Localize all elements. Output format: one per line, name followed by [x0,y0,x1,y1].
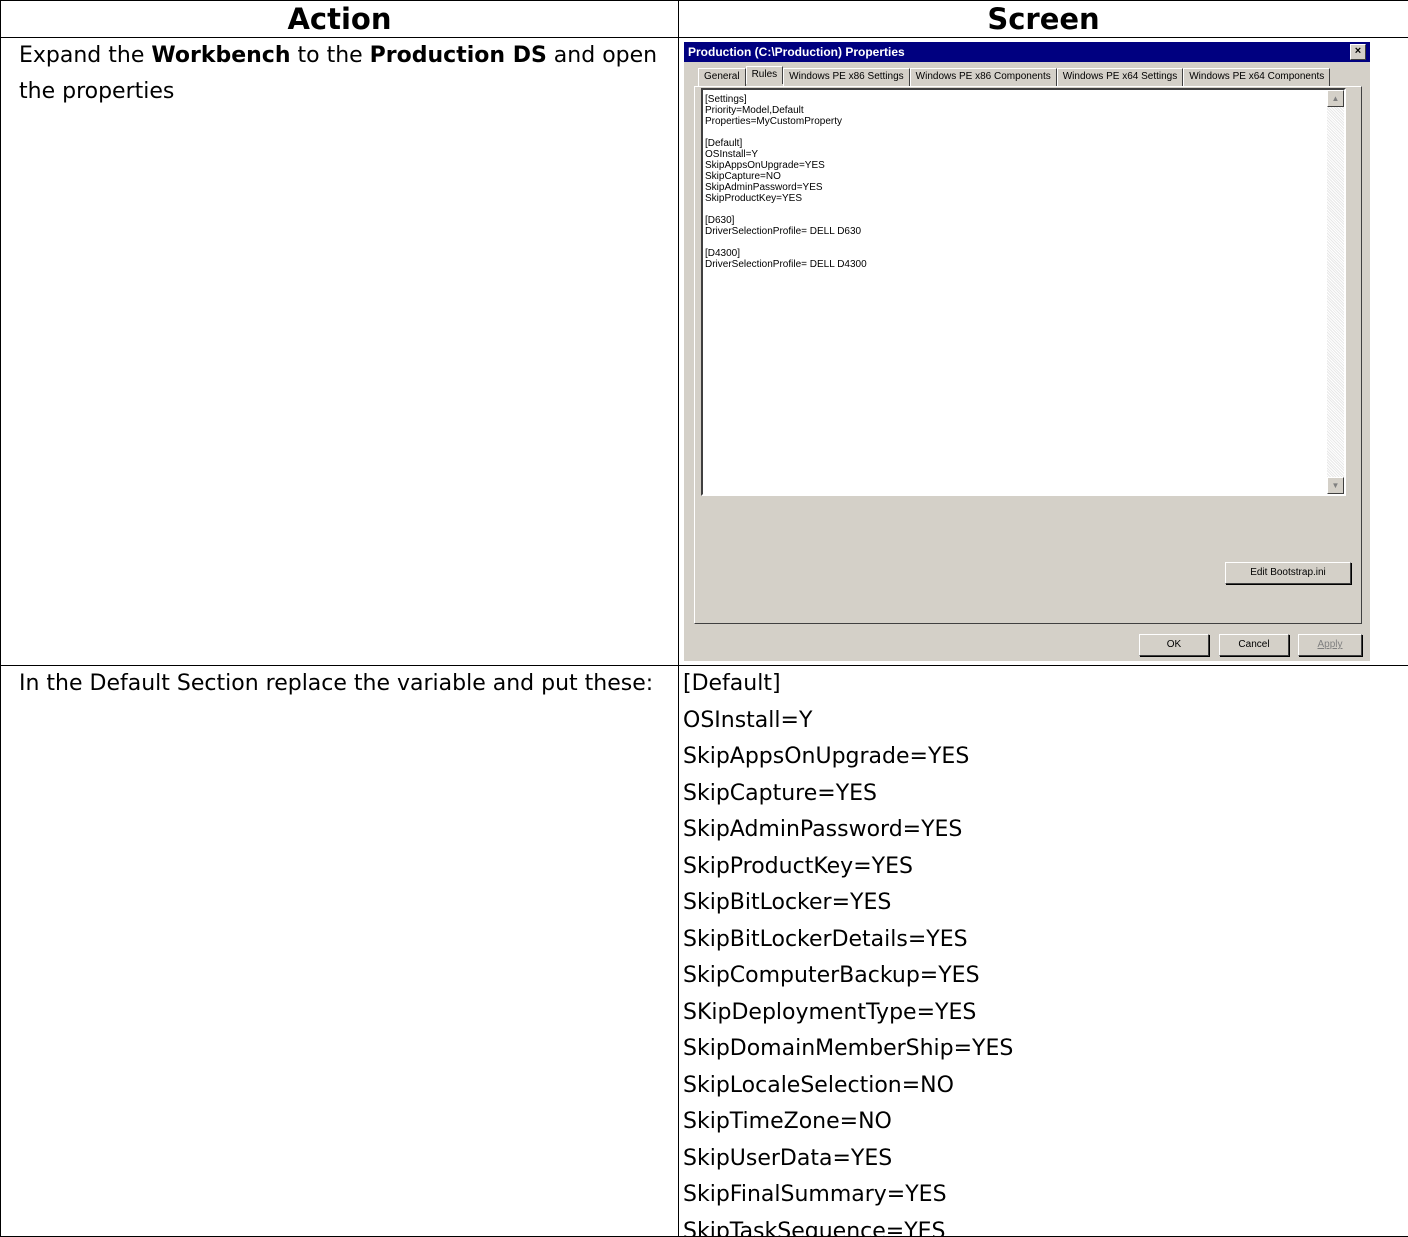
step-1-screen: Production (C:\Production) Properties × … [679,38,1408,666]
production-ds-term: Production DS [370,43,547,68]
setting-line: SkipTimeZone=NO [683,1104,1408,1141]
instruction-table: Action Screen Expand the Workbench to th… [0,0,1408,1237]
rules-editor[interactable]: [Settings] Priority=Model,Default Proper… [701,88,1346,496]
step-row-1: Expand the Workbench to the Production D… [1,38,1408,666]
edit-bootstrap-button[interactable]: Edit Bootstrap.ini [1225,562,1351,584]
editor-scrollbar[interactable]: ▲ ▼ [1327,90,1344,494]
rules-editor-text[interactable]: [Settings] Priority=Model,Default Proper… [705,94,867,270]
action-text-part: to the [291,43,370,68]
setting-line: SkipCapture=YES [683,776,1408,813]
tab-strip: GeneralRulesWindows PE x86 SettingsWindo… [698,68,1330,86]
dialog-title: Production (C:\Production) Properties [688,45,905,59]
action-header: Action [1,1,679,38]
setting-line: SkipLocaleSelection=NO [683,1068,1408,1105]
action-text-part: Expand the [19,43,151,68]
setting-line: SkipAppsOnUpgrade=YES [683,739,1408,776]
cancel-button[interactable]: Cancel [1219,634,1289,656]
setting-line: SkipDomainMemberShip=YES [683,1031,1408,1068]
step-row-2: In the Default Section replace the varia… [1,666,1408,1237]
tab-windows-pe-x64-settings[interactable]: Windows PE x64 Settings [1057,68,1184,86]
setting-line: SkipTaskSequence=YES [683,1214,1408,1237]
setting-line: SKipDeploymentType=YES [683,995,1408,1032]
tab-windows-pe-x86-settings[interactable]: Windows PE x86 Settings [783,68,910,86]
step-2-action-text: In the Default Section replace the varia… [1,666,678,702]
tab-rules[interactable]: Rules [746,66,784,84]
header-row: Action Screen [1,1,1408,38]
properties-dialog: Production (C:\Production) Properties × … [684,42,1370,661]
setting-line: SkipUserData=YES [683,1141,1408,1178]
scroll-up-icon[interactable]: ▲ [1327,90,1344,107]
ok-button[interactable]: OK [1139,634,1209,656]
step-1-action-text: Expand the Workbench to the Production D… [1,38,678,110]
step-2-screen: [Default]OSInstall=YSkipAppsOnUpgrade=YE… [679,666,1408,1237]
tab-general[interactable]: General [698,68,746,86]
setting-line: SkipAdminPassword=YES [683,812,1408,849]
apply-button[interactable]: Apply [1298,634,1362,656]
tab-windows-pe-x86-components[interactable]: Windows PE x86 Components [910,68,1057,86]
setting-line: SkipProductKey=YES [683,849,1408,886]
setting-line: SkipBitLocker=YES [683,885,1408,922]
setting-line: SkipBitLockerDetails=YES [683,922,1408,959]
screen-header: Screen [679,1,1408,38]
close-button[interactable]: × [1350,44,1366,60]
step-2-action: In the Default Section replace the varia… [1,666,679,1237]
step-1-action: Expand the Workbench to the Production D… [1,38,679,666]
setting-line: OSInstall=Y [683,703,1408,740]
workbench-term: Workbench [151,43,290,68]
scroll-down-icon[interactable]: ▼ [1327,477,1344,494]
setting-line: [Default] [683,666,1408,703]
dialog-titlebar[interactable]: Production (C:\Production) Properties × [684,42,1370,62]
setting-line: SkipComputerBackup=YES [683,958,1408,995]
setting-line: SkipFinalSummary=YES [683,1177,1408,1214]
tab-windows-pe-x64-components[interactable]: Windows PE x64 Components [1183,68,1330,86]
settings-block: [Default]OSInstall=YSkipAppsOnUpgrade=YE… [679,666,1408,1236]
